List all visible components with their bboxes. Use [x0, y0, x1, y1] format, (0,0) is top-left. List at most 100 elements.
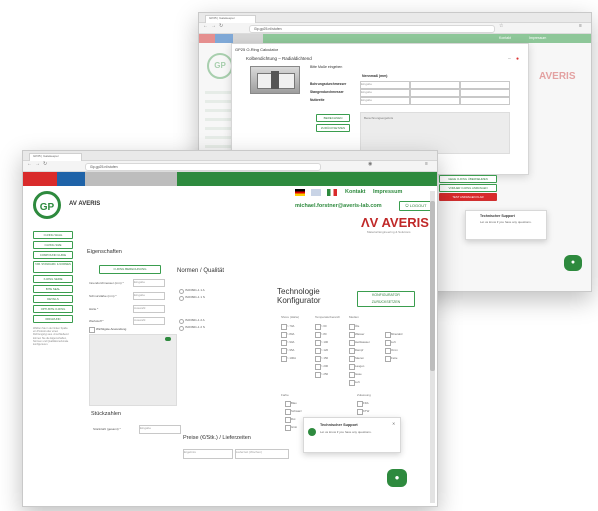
action-button-2[interactable]: VORHER O-RING ANFRAGEN: [439, 184, 497, 192]
input-nut[interactable]: Eingabe: [360, 97, 410, 105]
normen-radio-3[interactable]: [179, 319, 184, 324]
oring-berechnung-button[interactable]: O-RING BERECHNUNG: [99, 265, 161, 274]
averis-logo: AVERIS: [539, 71, 576, 82]
chat-close-icon[interactable]: ✕: [392, 421, 395, 427]
shore-label-3: > 90A: [287, 340, 295, 344]
nav-link-impressum[interactable]: Impressum: [373, 189, 402, 195]
stueckzahl-label: Stückzahl (gesamt) *: [93, 427, 121, 431]
page-scrollbar[interactable]: [430, 191, 435, 503]
column-header: Nennmaß (mm): [362, 74, 388, 78]
input-stange-2[interactable]: [410, 89, 460, 97]
input-stange[interactable]: Eingabe: [360, 89, 410, 97]
input-nut-2[interactable]: [410, 97, 460, 105]
normen-radio-4[interactable]: [179, 326, 184, 331]
top-link-kontakt[interactable]: Kontakt: [499, 36, 511, 40]
normen-item-2: ISO3601-1 1 S: [185, 295, 205, 299]
input-nut-3[interactable]: [460, 97, 510, 105]
flag-en-icon[interactable]: [311, 189, 321, 196]
red-action-button[interactable]: TEST ANFRAGEN KLAR: [439, 193, 497, 201]
row-label-bohrung: Bohrungsdurchmesser: [310, 82, 347, 86]
browser-tab-bar: GP25 | Gatekeeper: [23, 151, 437, 161]
field-label-werkstoff: Werkstoff *: [89, 319, 104, 323]
star-icon[interactable]: ☆: [499, 23, 503, 29]
tech-col-shore: Shore (Härte): [281, 315, 300, 319]
sidebar-item-xring[interactable]: X-RING SERIE: [33, 275, 73, 283]
user-email: michael.forstner@averis-lab.com: [295, 203, 382, 209]
gp-logo: GP: [207, 53, 233, 79]
top-link-impressum[interactable]: Impressum: [529, 36, 546, 40]
browser-tab[interactable]: GP25 | Gatekeeper: [205, 15, 256, 23]
sidebar-item-details[interactable]: DETAILS: [33, 295, 73, 303]
gp-logo: GP: [33, 191, 61, 219]
sidebar-item-irrgrund[interactable]: IRRGRUND: [33, 315, 73, 323]
anwendung-checkbox[interactable]: [89, 327, 95, 333]
back-arrow-icon[interactable]: ←: [27, 161, 32, 167]
back-arrow-icon[interactable]: ←: [203, 23, 208, 29]
reset-button[interactable]: ZURÜCKSETZEN: [316, 124, 350, 132]
averis-logo: ΛV AVERIS: [361, 215, 429, 230]
haerte-select[interactable]: Auswahl: [133, 305, 165, 313]
input-stange-3[interactable]: [460, 89, 510, 97]
sidebar-description: Wählen Sie in der linken Spalte ein Prod…: [33, 327, 69, 347]
sidebar-item-compound[interactable]: COMPOUND GUIDE: [33, 251, 73, 259]
action-button-1[interactable]: GEHE O-RING ÜBERNEHMEN: [439, 175, 497, 183]
chat-bubble[interactable]: ●: [387, 469, 407, 487]
eigenschaften-info-panel: [89, 334, 177, 406]
menu-icon[interactable]: ≡: [579, 23, 582, 29]
medien-label-8: Luft: [355, 380, 360, 384]
extension-icon[interactable]: ◉: [368, 161, 372, 167]
konfigurator-reset-button[interactable]: KONFIGURATOR ZURÜCKSETZEN: [357, 291, 415, 307]
ergebnis-field[interactable]: Ergebnis: [183, 449, 233, 459]
info-toggle-icon[interactable]: [165, 337, 171, 341]
werkstoff-select[interactable]: Auswahl: [133, 317, 165, 325]
lieferzeit-field[interactable]: Lieferzeit (Wochen): [235, 449, 289, 459]
shore-label-1: > 70A: [287, 324, 295, 328]
zulassung-item-1: FDA: [363, 401, 369, 405]
minimize-icon[interactable]: –: [508, 56, 511, 62]
support-chat[interactable]: Technischer Support Let us know if you h…: [303, 417, 401, 453]
sidebar-item-opti-bite[interactable]: OPTI-BITE O-RING: [33, 305, 73, 313]
menu-icon[interactable]: ≡: [425, 161, 428, 167]
support-chat-back[interactable]: Technischer Support Let us know if you h…: [465, 210, 547, 240]
input-bohrung[interactable]: Eingabe: [360, 81, 410, 89]
sidebar-item-normen[interactable]: TAB. STANDARD. & NORMEN: [33, 261, 73, 273]
extra-label-4: Fette: [391, 356, 398, 360]
reload-icon[interactable]: ↻: [219, 23, 223, 29]
calc-button[interactable]: BERECHNEN: [316, 114, 350, 122]
tech-heading: Technologie Konfigurator: [277, 287, 321, 305]
sidebar-item-bite-seal[interactable]: BITE SEAL: [33, 285, 73, 293]
scrollbar-thumb[interactable]: [430, 201, 435, 371]
forward-arrow-icon[interactable]: →: [211, 23, 216, 29]
browser-tab[interactable]: GP25 | Gatekeeper: [29, 153, 82, 161]
preise-heading: Preise (€/Stk.) / Lieferzeiten: [183, 435, 251, 441]
tech-col-temp: Temperaturbereich: [315, 315, 341, 319]
sidebar-item-oring-wahl[interactable]: O-RING WAHL: [33, 231, 73, 239]
medien-label-4: Dampf: [355, 348, 364, 352]
stripe-grey: [233, 34, 263, 43]
medien-label-3: Heißwasser: [355, 340, 370, 344]
chat-bubble-back[interactable]: ●: [564, 255, 582, 271]
input-bohrung-2[interactable]: [410, 81, 460, 89]
normen-radio-1[interactable]: [179, 289, 184, 294]
innendurchmesser-input[interactable]: Eingabe: [133, 279, 165, 287]
close-icon[interactable]: ●: [516, 56, 519, 62]
schnurstaerke-input[interactable]: Eingabe: [133, 292, 165, 300]
brand-name: AV AVERIS: [69, 201, 101, 207]
sidebar-item-oring-size[interactable]: O-RING SIZE: [33, 241, 73, 249]
address-bar[interactable]: l3p.gp25.nl/stufen: [85, 163, 321, 171]
farbe-item-3: Rot: [291, 417, 296, 421]
stueckzahlen-heading: Stückzahlen: [91, 411, 121, 417]
stueckzahl-input[interactable]: Eingabe: [139, 425, 181, 434]
address-bar[interactable]: l3p.gp25.nl/stufen: [249, 25, 495, 33]
nav-link-kontakt[interactable]: Kontakt: [345, 189, 365, 195]
normen-radio-2[interactable]: [179, 296, 184, 301]
reload-icon[interactable]: ↻: [43, 161, 47, 167]
medien-label-5: Säuren: [355, 356, 365, 360]
forward-arrow-icon[interactable]: →: [35, 161, 40, 167]
field-label-innendurchmesser: Innendurchmesser (mm) *: [89, 281, 124, 285]
flag-de-icon[interactable]: [295, 189, 305, 196]
flag-it-icon[interactable]: [327, 189, 337, 196]
checkbox-label: Wichtigste Anwendung: [96, 327, 127, 331]
input-bohrung-3[interactable]: [460, 81, 510, 89]
logout-button[interactable]: ⏻ LOGOUT: [399, 201, 433, 211]
